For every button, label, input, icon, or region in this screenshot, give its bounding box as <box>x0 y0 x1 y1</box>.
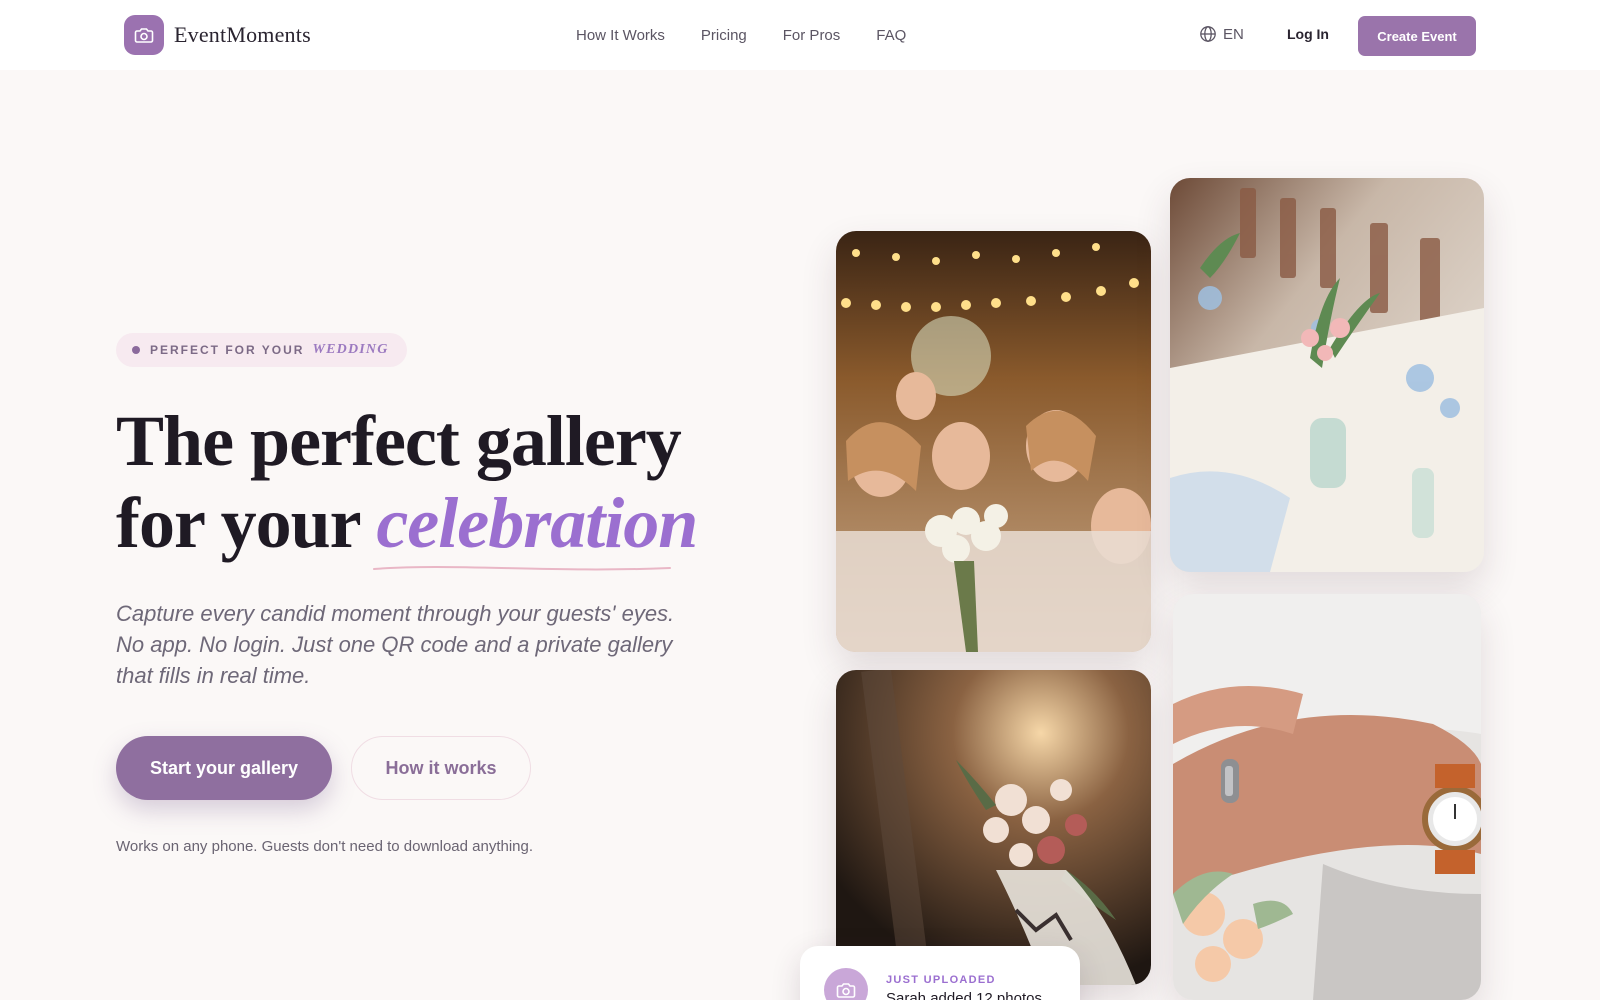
nav-link-how-it-works[interactable]: How It Works <box>576 27 665 44</box>
nav-link-faq[interactable]: FAQ <box>876 27 906 44</box>
toast-label: JUST UPLOADED <box>886 974 996 986</box>
hero-subtext: Capture every candid moment through your… <box>116 601 675 688</box>
compatibility-note: Works on any phone. Guests don't need to… <box>116 838 534 855</box>
start-gallery-button[interactable]: Start your gallery <box>116 736 332 800</box>
language-label: EN <box>1223 25 1244 43</box>
camera-icon <box>124 15 164 55</box>
toast-text: Sarah added 12 photos <box>886 990 1042 1000</box>
top-navigation: EventMoments How It Works Pricing For Pr… <box>0 0 1600 70</box>
how-it-works-button[interactable]: How it works <box>351 736 531 800</box>
headline-line-2-prefix: for your <box>116 483 360 563</box>
camera-icon <box>824 968 868 1000</box>
login-link[interactable]: Log In <box>1287 26 1329 42</box>
nav-link-for-pros[interactable]: For Pros <box>783 27 841 44</box>
headline-underline <box>373 566 671 571</box>
headline-line-1: The perfect gallery <box>116 401 682 481</box>
bouquet-photo <box>836 670 1151 985</box>
celebrating-guests-photo <box>836 231 1151 652</box>
hero-headline: The perfect gallery for your celebration <box>116 400 698 564</box>
headline-accent: celebration <box>376 483 698 563</box>
occasion-badge: PERFECT FOR YOUR WEDDING <box>116 333 407 367</box>
globe-icon <box>1200 26 1216 42</box>
language-selector[interactable]: EN <box>1199 25 1244 43</box>
nav-links: How It Works Pricing For Pros FAQ <box>576 0 942 70</box>
badge-prefix: PERFECT FOR YOUR <box>150 343 305 357</box>
upload-notification: JUST UPLOADED Sarah added 12 photos <box>800 946 1080 1000</box>
brand-name: EventMoments <box>174 22 311 47</box>
floral-table-photo <box>1170 178 1484 572</box>
badge-dot <box>132 346 140 354</box>
wedding-rings-photo <box>1173 594 1481 1000</box>
brand-logo[interactable]: EventMoments <box>124 15 311 55</box>
badge-accent: WEDDING <box>312 342 389 357</box>
create-event-button[interactable]: Create Event <box>1358 16 1476 56</box>
nav-link-pricing[interactable]: Pricing <box>701 27 747 44</box>
